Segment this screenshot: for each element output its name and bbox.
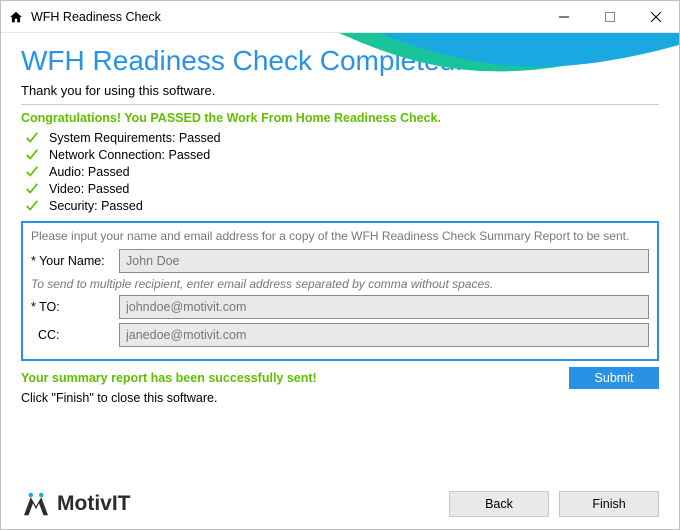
- check-icon: [25, 165, 39, 179]
- check-video: Video: Passed: [25, 182, 659, 196]
- check-icon: [25, 182, 39, 196]
- page-heading: WFH Readiness Check Completed!: [21, 45, 659, 77]
- check-network: Network Connection: Passed: [25, 148, 659, 162]
- check-security: Security: Passed: [25, 199, 659, 213]
- check-icon: [25, 131, 39, 145]
- name-label: * Your Name:: [31, 254, 119, 268]
- to-input[interactable]: [119, 295, 649, 319]
- footer: MotivIT Back Finish: [1, 479, 679, 529]
- submit-button[interactable]: Submit: [569, 367, 659, 389]
- finish-button[interactable]: Finish: [559, 491, 659, 517]
- check-icon: [25, 199, 39, 213]
- form-instruction: Please input your name and email address…: [31, 229, 649, 243]
- multi-hint: To send to multiple recipient, enter ema…: [31, 277, 649, 291]
- brand-name: MotivIT: [57, 492, 131, 516]
- close-button[interactable]: [633, 1, 679, 32]
- window-title: WFH Readiness Check: [31, 10, 541, 24]
- thanks-text: Thank you for using this software.: [21, 83, 659, 98]
- cc-input[interactable]: [119, 323, 649, 347]
- to-row: * TO:: [31, 295, 649, 319]
- name-input[interactable]: [119, 249, 649, 273]
- sent-row: Your summary report has been successfull…: [21, 367, 659, 389]
- minimize-button[interactable]: [541, 1, 587, 32]
- to-label: * TO:: [31, 300, 119, 314]
- name-row: * Your Name:: [31, 249, 649, 273]
- cc-label: CC:: [31, 328, 119, 342]
- check-system: System Requirements: Passed: [25, 131, 659, 145]
- check-icon: [25, 148, 39, 162]
- congrats-text: Congratulations! You PASSED the Work Fro…: [21, 111, 659, 125]
- titlebar: WFH Readiness Check: [1, 1, 679, 33]
- brand-logo: MotivIT: [21, 491, 131, 517]
- check-label: System Requirements: Passed: [49, 131, 221, 145]
- check-audio: Audio: Passed: [25, 165, 659, 179]
- back-button[interactable]: Back: [449, 491, 549, 517]
- divider: [21, 104, 659, 105]
- content: WFH Readiness Check Completed! Thank you…: [1, 33, 679, 405]
- window-controls: [541, 1, 679, 32]
- report-form: Please input your name and email address…: [21, 221, 659, 361]
- logo-icon: [21, 491, 51, 517]
- cc-row: CC:: [31, 323, 649, 347]
- check-label: Network Connection: Passed: [49, 148, 210, 162]
- home-icon: [9, 10, 23, 24]
- sent-message: Your summary report has been successfull…: [21, 371, 569, 385]
- check-label: Audio: Passed: [49, 165, 130, 179]
- maximize-button[interactable]: [587, 1, 633, 32]
- finish-instruction: Click "Finish" to close this software.: [21, 391, 659, 405]
- app-window: WFH Readiness Check WFH Readiness Check …: [0, 0, 680, 530]
- check-label: Video: Passed: [49, 182, 129, 196]
- check-label: Security: Passed: [49, 199, 143, 213]
